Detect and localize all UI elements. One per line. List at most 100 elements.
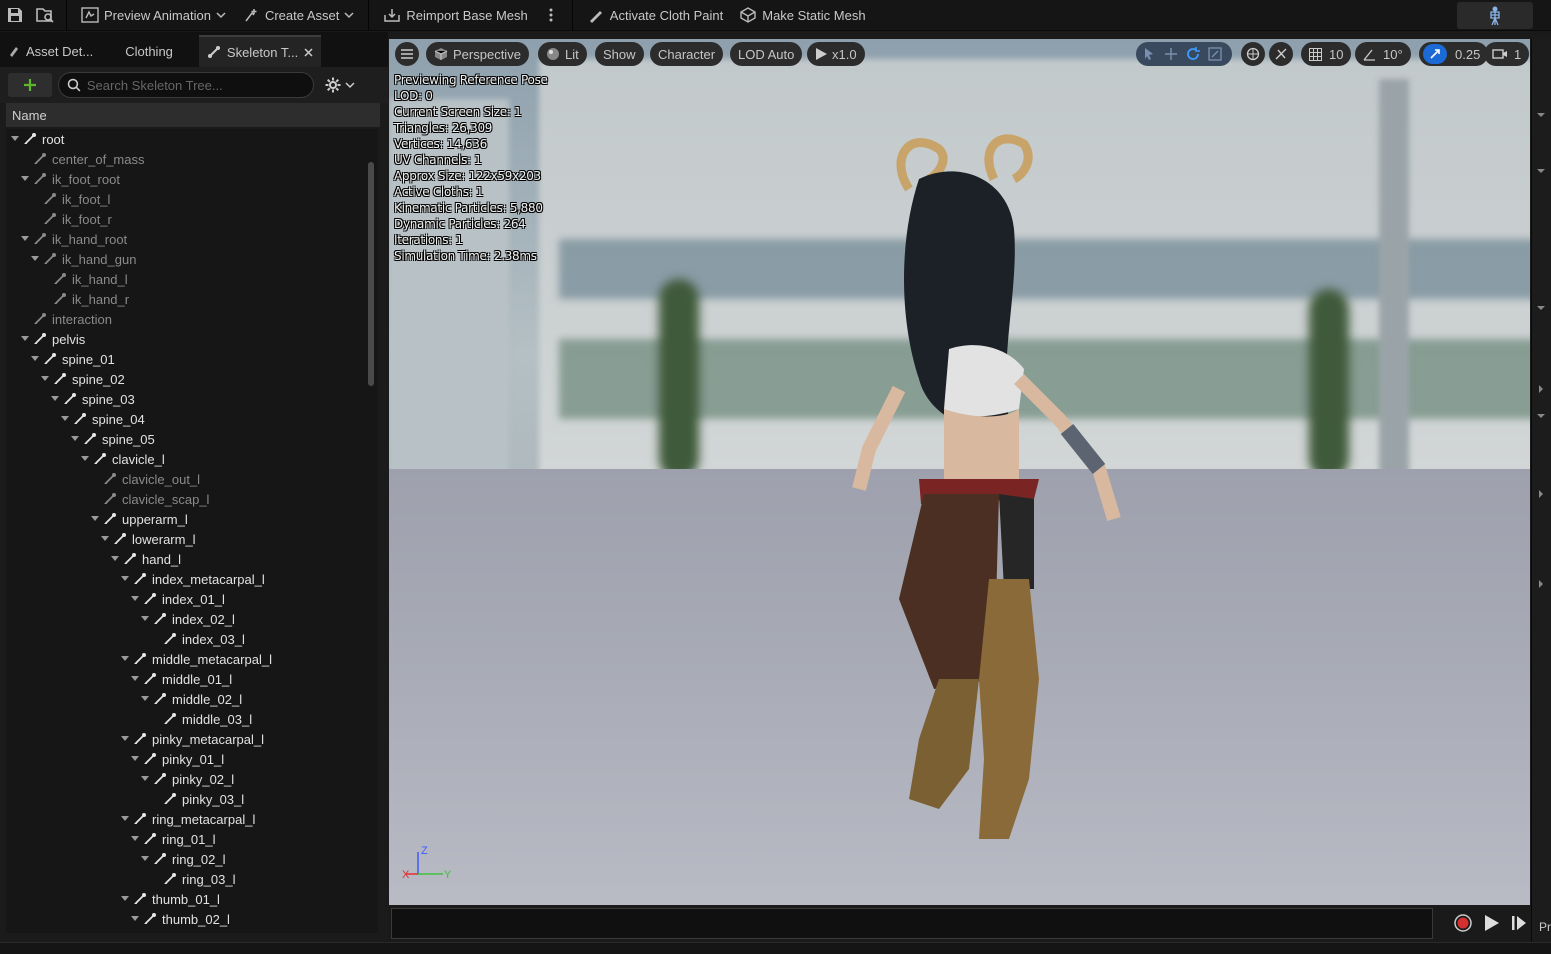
tree-row[interactable]: spine_04 <box>60 409 145 429</box>
reimport-base-mesh-button[interactable]: Reimport Base Mesh <box>375 1 535 29</box>
viewport-menu-button[interactable] <box>395 42 419 66</box>
expand-arrow-icon[interactable] <box>70 434 80 444</box>
tree-row[interactable]: index_03_l <box>150 629 245 649</box>
close-icon[interactable] <box>304 47 313 57</box>
tree-row[interactable]: middle_01_l <box>130 669 232 689</box>
step-forward-button[interactable] <box>1509 913 1529 933</box>
expand-arrow-icon[interactable] <box>20 334 30 344</box>
make-static-mesh-button[interactable]: Make Static Mesh <box>731 1 873 29</box>
expand-arrow-icon[interactable] <box>110 554 120 564</box>
tree-column-header[interactable]: Name <box>6 103 380 127</box>
tree-row[interactable]: index_02_l <box>140 609 235 629</box>
activate-cloth-paint-button[interactable]: Activate Cloth Paint <box>579 1 731 29</box>
show-button[interactable]: Show <box>595 42 644 66</box>
tree-row[interactable]: pinky_01_l <box>130 749 224 769</box>
tree-row[interactable]: thumb_03_l <box>140 929 240 934</box>
tree-row[interactable]: clavicle_out_l <box>90 469 200 489</box>
expand-arrow-icon[interactable] <box>20 234 30 244</box>
tree-row[interactable]: ring_metacarpal_l <box>120 809 255 829</box>
expand-arrow-icon[interactable] <box>130 834 140 844</box>
expand-arrow-icon[interactable] <box>120 814 130 824</box>
expand-arrow-icon[interactable] <box>20 174 30 184</box>
tree-row[interactable]: middle_02_l <box>140 689 242 709</box>
expand-arrow-icon[interactable] <box>140 774 150 784</box>
grid-snap-button[interactable]: 10 <box>1301 42 1352 66</box>
tree-row[interactable]: lowerarm_l <box>100 529 196 549</box>
tree-row[interactable]: ik_hand_gun <box>30 249 136 269</box>
scale-snap-toggle[interactable] <box>1423 44 1447 64</box>
tree-row[interactable]: center_of_mass <box>20 149 145 169</box>
create-asset-button[interactable]: Create Asset <box>234 1 362 29</box>
rotate-icon[interactable] <box>1186 47 1200 61</box>
chevron-down-icon[interactable] <box>1536 304 1546 312</box>
add-button[interactable] <box>8 73 52 97</box>
tree-row[interactable]: spine_03 <box>50 389 135 409</box>
expand-arrow-icon[interactable] <box>120 654 130 664</box>
browse-asset-icon[interactable] <box>30 0 60 30</box>
tree-row[interactable]: ik_hand_root <box>20 229 127 249</box>
surface-snap-toggle[interactable] <box>1269 42 1293 66</box>
lod-button[interactable]: LOD Auto <box>730 42 803 66</box>
timeline-scrubber[interactable] <box>391 908 1433 939</box>
expand-arrow-icon[interactable] <box>140 694 150 704</box>
expand-arrow-icon[interactable] <box>140 614 150 624</box>
expand-arrow-icon[interactable] <box>40 374 50 384</box>
tree-row[interactable]: ik_foot_root <box>20 169 120 189</box>
tree-row[interactable]: interaction <box>20 309 112 329</box>
expand-arrow-icon[interactable] <box>130 674 140 684</box>
save-icon[interactable] <box>0 0 30 30</box>
world-local-toggle[interactable] <box>1241 42 1265 66</box>
tab-clothing[interactable]: Clothing <box>101 35 199 67</box>
expand-arrow-icon[interactable] <box>10 134 20 144</box>
perspective-button[interactable]: Perspective <box>426 42 529 66</box>
move-icon[interactable] <box>1164 47 1178 61</box>
chevron-right-icon[interactable] <box>1537 489 1545 499</box>
tree-row[interactable]: upperarm_l <box>90 509 188 529</box>
character-button[interactable]: Character <box>650 42 724 66</box>
tree-row[interactable]: thumb_02_l <box>130 909 230 929</box>
tree-row[interactable]: pelvis <box>20 329 85 349</box>
expand-arrow-icon[interactable] <box>30 354 40 364</box>
tree-row[interactable]: pinky_02_l <box>140 769 234 789</box>
expand-arrow-icon[interactable] <box>140 854 150 864</box>
tree-row[interactable]: spine_05 <box>70 429 155 449</box>
skeleton-mode-button[interactable] <box>1457 2 1533 29</box>
tree-scrollbar[interactable] <box>368 162 374 386</box>
search-input[interactable] <box>86 77 305 93</box>
tree-row[interactable]: ring_01_l <box>130 829 216 849</box>
expand-arrow-icon[interactable] <box>100 534 110 544</box>
expand-arrow-icon[interactable] <box>90 514 100 524</box>
chevron-down-icon[interactable] <box>1536 167 1546 175</box>
preview-animation-button[interactable]: Preview Animation <box>73 1 234 29</box>
expand-arrow-icon[interactable] <box>80 454 90 464</box>
chevron-down-icon[interactable] <box>1536 412 1546 420</box>
tree-row[interactable]: index_metacarpal_l <box>120 569 265 589</box>
tree-row[interactable]: ik_foot_l <box>30 189 110 209</box>
playback-speed-button[interactable]: x1.0 <box>807 42 865 66</box>
rotation-snap-button[interactable]: 10° <box>1355 42 1411 66</box>
tree-row[interactable]: spine_01 <box>30 349 115 369</box>
tree-row[interactable]: middle_metacarpal_l <box>120 649 272 669</box>
tree-row[interactable]: ring_03_l <box>150 869 236 889</box>
camera-speed-button[interactable]: 1 <box>1484 42 1530 66</box>
tree-row[interactable]: index_01_l <box>130 589 225 609</box>
tree-row[interactable]: clavicle_l <box>80 449 165 469</box>
scale-icon[interactable] <box>1208 47 1222 61</box>
expand-arrow-icon[interactable] <box>120 574 130 584</box>
tree-row[interactable]: pinky_metacarpal_l <box>120 729 264 749</box>
tree-row[interactable]: clavicle_scap_l <box>90 489 209 509</box>
record-button[interactable] <box>1453 913 1473 933</box>
expand-arrow-icon[interactable] <box>130 754 140 764</box>
play-button[interactable] <box>1482 913 1502 933</box>
tree-row[interactable]: thumb_01_l <box>120 889 220 909</box>
select-cursor-icon[interactable] <box>1142 47 1156 61</box>
tree-row[interactable]: hand_l <box>110 549 181 569</box>
tab-asset-details[interactable]: Asset Det... <box>0 35 101 67</box>
expand-arrow-icon[interactable] <box>120 894 130 904</box>
chevron-right-icon[interactable] <box>1537 384 1545 394</box>
expand-arrow-icon[interactable] <box>30 254 40 264</box>
expand-arrow-icon[interactable] <box>60 414 70 424</box>
tab-skeleton-tree[interactable]: Skeleton T... <box>198 35 322 67</box>
tree-row[interactable]: spine_02 <box>40 369 125 389</box>
tree-row[interactable]: ik_hand_l <box>40 269 128 289</box>
